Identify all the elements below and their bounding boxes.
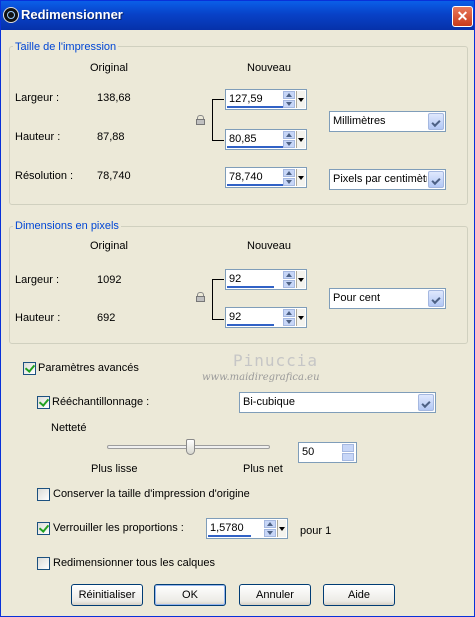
ok-button[interactable]: OK — [154, 584, 226, 606]
help-button[interactable]: Aide — [323, 584, 395, 606]
watermark-url: www.maidiregrafica.eu — [202, 372, 320, 383]
resolution-spinbox[interactable]: 78,740 — [225, 167, 307, 188]
print-size-legend: Taille de l'impression — [13, 41, 119, 53]
resize-all-layers-checkbox[interactable] — [37, 557, 50, 570]
spin-down-icon[interactable] — [283, 100, 295, 108]
spin-up-icon[interactable] — [283, 91, 295, 99]
print-width-original: 138,68 — [97, 92, 131, 104]
ratio-suffix: pour 1 — [300, 525, 332, 537]
spin-menu-icon[interactable] — [296, 309, 305, 326]
spin-up-icon[interactable] — [264, 520, 276, 528]
slider-left-label: Plus lisse — [91, 463, 138, 475]
spin-menu-icon[interactable] — [296, 271, 305, 288]
cancel-button[interactable]: Annuler — [239, 584, 311, 606]
sharpness-slider-thumb[interactable] — [186, 439, 195, 455]
keep-print-size-label[interactable]: Conserver la taille d'impression d'origi… — [53, 488, 250, 500]
sharpness-value[interactable]: 50 — [302, 446, 314, 458]
spin-up-icon[interactable] — [283, 309, 295, 317]
pixel-height-original: 692 — [97, 312, 116, 324]
spin-down-icon[interactable] — [283, 178, 295, 186]
spin-down-icon[interactable] — [264, 529, 276, 537]
resample-method-select[interactable]: Bi-cubique — [239, 392, 436, 413]
reset-button[interactable]: Réinitialiser — [71, 584, 143, 606]
pixel-width-original: 1092 — [97, 274, 122, 286]
pixel-height-value[interactable]: 92 — [229, 311, 241, 323]
resolution-value[interactable]: 78,740 — [229, 171, 263, 183]
chevron-down-icon[interactable] — [418, 394, 434, 411]
keep-print-size-checkbox[interactable] — [37, 488, 50, 501]
advanced-label[interactable]: Paramètres avancés — [38, 362, 139, 374]
spin-menu-icon[interactable] — [296, 131, 305, 148]
spin-menu-icon[interactable] — [296, 169, 305, 186]
lock-ratio-label[interactable]: Verrouiller les proportions : — [53, 522, 184, 534]
print-width-value[interactable]: 127,59 — [229, 93, 263, 105]
print-link-bracket — [212, 99, 224, 141]
print-height-label: Hauteur : — [15, 131, 61, 143]
pixel-col-new: Nouveau — [247, 240, 292, 252]
print-col-original: Original — [90, 62, 128, 74]
ratio-value[interactable]: 1,5780 — [210, 522, 244, 534]
watermark-name: Pinuccia — [233, 351, 319, 370]
pixel-height-label: Hauteur : — [15, 312, 61, 324]
print-height-original: 87,88 — [97, 131, 125, 143]
pixel-width-spinbox[interactable]: 92 — [225, 269, 307, 290]
pixel-width-label: Largeur : — [15, 274, 60, 286]
spin-up-icon[interactable] — [342, 444, 354, 452]
resolution-unit-value: Pixels par centimètre — [333, 173, 427, 185]
print-unit-value: Millimètres — [333, 115, 386, 127]
print-unit-select[interactable]: Millimètres — [329, 111, 446, 132]
spin-up-icon[interactable] — [283, 169, 295, 177]
title-bar[interactable]: Redimensionner ✕ — [1, 1, 474, 30]
spin-menu-icon[interactable] — [277, 520, 286, 537]
chevron-down-icon[interactable] — [428, 171, 444, 188]
resize-dialog: Redimensionner ✕ Taille de l'impression … — [0, 0, 475, 617]
spin-down-icon[interactable] — [283, 140, 295, 148]
spin-down-icon[interactable] — [283, 280, 295, 288]
pixel-height-spinbox[interactable]: 92 — [225, 307, 307, 328]
spin-up-icon[interactable] — [283, 131, 295, 139]
window-title: Redimensionner — [21, 7, 123, 22]
resample-label[interactable]: Rééchantillonnage : — [52, 396, 149, 408]
advanced-checkbox[interactable] — [23, 362, 36, 375]
spin-menu-icon[interactable] — [296, 91, 305, 108]
print-col-new: Nouveau — [247, 62, 292, 74]
resolution-original: 78,740 — [97, 170, 131, 182]
pixel-link-bracket — [212, 279, 224, 320]
close-button[interactable]: ✕ — [452, 6, 473, 27]
resolution-unit-select[interactable]: Pixels par centimètre — [329, 169, 446, 190]
pixel-width-value[interactable]: 92 — [229, 273, 241, 285]
pixel-unit-value: Pour cent — [333, 292, 381, 304]
resize-all-layers-label[interactable]: Redimensionner tous les calques — [53, 557, 215, 569]
resolution-label: Résolution : — [15, 170, 74, 182]
sharpness-spinbox[interactable]: 50 — [298, 442, 357, 463]
slider-right-label: Plus net — [243, 463, 283, 475]
print-height-spinbox[interactable]: 80,85 — [225, 129, 307, 150]
sharpness-label: Netteté — [51, 422, 87, 434]
pixel-unit-select[interactable]: Pour cent — [329, 288, 446, 309]
print-width-spinbox[interactable]: 127,59 — [225, 89, 307, 110]
ratio-spinbox[interactable]: 1,5780 — [206, 518, 288, 539]
pixel-dims-legend: Dimensions en pixels — [13, 220, 121, 232]
lock-icon — [196, 115, 205, 125]
pixel-col-original: Original — [90, 240, 128, 252]
lock-ratio-checkbox[interactable] — [37, 522, 50, 535]
spin-up-icon[interactable] — [283, 271, 295, 279]
resample-checkbox[interactable] — [37, 396, 50, 409]
lock-icon — [196, 292, 205, 302]
print-height-value[interactable]: 80,85 — [229, 133, 257, 145]
spin-down-icon[interactable] — [342, 453, 354, 461]
app-icon — [3, 7, 19, 23]
spin-down-icon[interactable] — [283, 318, 295, 326]
chevron-down-icon[interactable] — [428, 290, 444, 307]
resample-method-value: Bi-cubique — [243, 396, 295, 408]
print-width-label: Largeur : — [15, 92, 60, 104]
chevron-down-icon[interactable] — [428, 113, 444, 130]
